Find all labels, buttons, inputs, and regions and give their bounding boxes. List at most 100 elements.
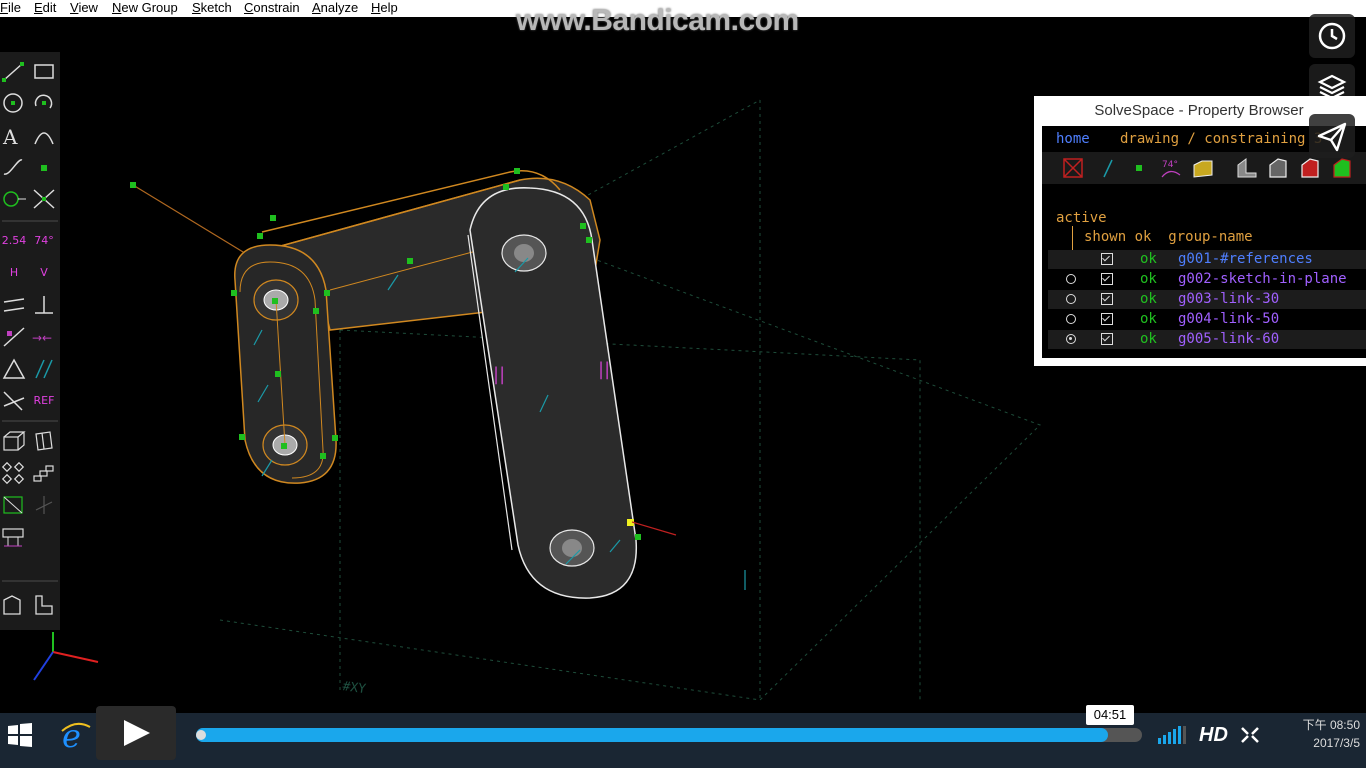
- shown-checkbox[interactable]: [1101, 313, 1113, 325]
- outline-solid-icon[interactable]: [30, 592, 58, 618]
- shown-checkbox[interactable]: [1101, 293, 1113, 305]
- active-radio[interactable]: [1066, 314, 1076, 324]
- play-button[interactable]: [96, 706, 176, 760]
- toggle-faces-icon[interactable]: [1190, 155, 1216, 181]
- workplane-icon[interactable]: [0, 186, 28, 212]
- group-row-3[interactable]: ok g003-link-30: [1048, 290, 1366, 309]
- nav-path: drawing / constraining 3: [1120, 131, 1323, 147]
- rectangle-tool-icon[interactable]: [30, 58, 58, 84]
- sketch-toolbar: A 2.54 74° H V →← REF: [0, 52, 60, 630]
- quality-badge[interactable]: HD: [1199, 724, 1228, 747]
- circle-tool-icon[interactable]: [0, 90, 28, 116]
- construction-line: [132, 184, 249, 256]
- bandicam-watermark: www.Bandicam.com: [516, 4, 799, 37]
- shown-checkbox[interactable]: [1101, 273, 1113, 285]
- group-name-link[interactable]: g003-link-30: [1178, 290, 1279, 309]
- arc-tool-icon[interactable]: [30, 90, 58, 116]
- symmetric-constraint-icon[interactable]: [0, 356, 28, 382]
- volume-icon[interactable]: [1158, 726, 1188, 744]
- system-clock: 下午 08:50 2017/3/5: [1286, 716, 1360, 752]
- vertical-constraint-icon[interactable]: V: [30, 260, 58, 286]
- group-name-link[interactable]: g001-#references: [1178, 250, 1313, 269]
- toggle-mesh-icon[interactable]: [1330, 155, 1356, 181]
- construction-point[interactable]: [130, 182, 136, 188]
- parallel-constraint-icon[interactable]: [0, 292, 28, 318]
- shown-checkbox[interactable]: [1101, 253, 1113, 265]
- step-translate-icon[interactable]: [30, 460, 58, 486]
- internet-explorer-icon[interactable]: e: [58, 717, 94, 753]
- menu-edit[interactable]: Edit: [34, 0, 56, 16]
- parallel-constraint-right[interactable]: ||: [598, 359, 610, 380]
- menu-constrain[interactable]: Constrain: [244, 0, 300, 16]
- active-radio[interactable]: [1066, 274, 1076, 284]
- share-overlay-button[interactable]: [1309, 114, 1355, 158]
- send-icon: [1317, 122, 1347, 152]
- toggle-points-icon[interactable]: [1126, 155, 1152, 181]
- lathe-icon[interactable]: [30, 428, 58, 454]
- nav-home-link[interactable]: home: [1056, 126, 1090, 152]
- group-name-link[interactable]: g002-sketch-in-plane: [1178, 270, 1347, 289]
- menu-new-group[interactable]: New Group: [112, 0, 178, 16]
- section-label: active: [1056, 210, 1107, 226]
- menu-help[interactable]: Help: [371, 0, 398, 16]
- clock-time: 下午 08:50: [1302, 718, 1360, 732]
- active-radio[interactable]: [1066, 334, 1076, 344]
- group-ok-status: ok: [1140, 331, 1157, 347]
- seek-progress: [196, 728, 1108, 742]
- split-curves-icon[interactable]: [30, 186, 58, 212]
- angle-constraint-icon[interactable]: 74°: [30, 228, 58, 254]
- line-tool-icon[interactable]: [0, 58, 28, 84]
- other-constraint-icon[interactable]: [0, 388, 28, 414]
- nearest-ortho-icon[interactable]: [30, 492, 58, 518]
- import-icon[interactable]: [0, 524, 28, 550]
- windows-start-icon[interactable]: [6, 721, 34, 749]
- menu-sketch[interactable]: Sketch: [192, 0, 232, 16]
- distance-constraint-icon[interactable]: 2.54: [0, 228, 28, 254]
- fullscreen-icon[interactable]: [1240, 726, 1260, 744]
- workplane-normal-icon[interactable]: [0, 492, 28, 518]
- group-name-link[interactable]: g004-link-50: [1178, 310, 1279, 329]
- group-row-5[interactable]: ok g005-link-60: [1048, 330, 1366, 349]
- seek-start-marker: [196, 730, 206, 740]
- clock-overlay-button[interactable]: [1309, 14, 1355, 58]
- point-on-line-icon[interactable]: [0, 324, 28, 350]
- bezier-tool-icon[interactable]: [0, 154, 28, 180]
- group-name-link[interactable]: g005-link-60: [1178, 330, 1279, 349]
- svg-text:e: e: [62, 717, 81, 753]
- midpoint-constraint-icon[interactable]: →←: [30, 324, 58, 350]
- toggle-outlines-icon[interactable]: [1298, 155, 1324, 181]
- extrude-icon[interactable]: [0, 428, 28, 454]
- group-row-4[interactable]: ok g004-link-50: [1048, 310, 1366, 329]
- reference-toggle-icon[interactable]: REF: [30, 388, 58, 414]
- parallel-constraint-left[interactable]: ||: [493, 364, 505, 385]
- tangent-arc-icon[interactable]: [30, 122, 58, 148]
- shown-checkbox[interactable]: [1101, 333, 1113, 345]
- shaded-solid-icon[interactable]: [0, 592, 28, 618]
- group-row-2[interactable]: ok g002-sketch-in-plane: [1048, 270, 1366, 289]
- toggle-workplane-icon[interactable]: [1060, 155, 1086, 181]
- group-ok-status: ok: [1140, 271, 1157, 287]
- horizontal-constraint-icon[interactable]: H: [0, 260, 28, 286]
- same-orientation-icon[interactable]: [30, 356, 58, 382]
- toggle-shaded-icon[interactable]: [1234, 155, 1260, 181]
- property-browser-body: home drawing / constraining 3 74° active…: [1042, 126, 1366, 358]
- link-right[interactable]: || ||: [467, 187, 638, 599]
- toggle-constraints-icon[interactable]: 74°: [1158, 155, 1184, 181]
- axis-triad: [33, 632, 99, 681]
- workplane-guides: [219, 99, 1041, 701]
- seek-bar[interactable]: [196, 728, 1142, 742]
- active-radio[interactable]: [1066, 294, 1076, 304]
- toggle-normals-icon[interactable]: [1096, 155, 1122, 181]
- text-tool-icon[interactable]: A: [0, 122, 28, 148]
- menu-file[interactable]: File: [0, 0, 21, 16]
- toggle-edges-icon[interactable]: [1266, 155, 1292, 181]
- point-tool-icon[interactable]: [30, 154, 58, 180]
- step-rotate-icon[interactable]: [0, 460, 28, 486]
- play-icon: [124, 720, 150, 746]
- perpendicular-constraint-icon[interactable]: [30, 292, 58, 318]
- svg-text:→←: →←: [32, 331, 52, 345]
- menu-view[interactable]: View: [70, 0, 98, 16]
- menu-analyze[interactable]: Analyze: [312, 0, 358, 16]
- group-ok-status: ok: [1140, 291, 1157, 307]
- group-row-1[interactable]: ok g001-#references: [1048, 250, 1366, 269]
